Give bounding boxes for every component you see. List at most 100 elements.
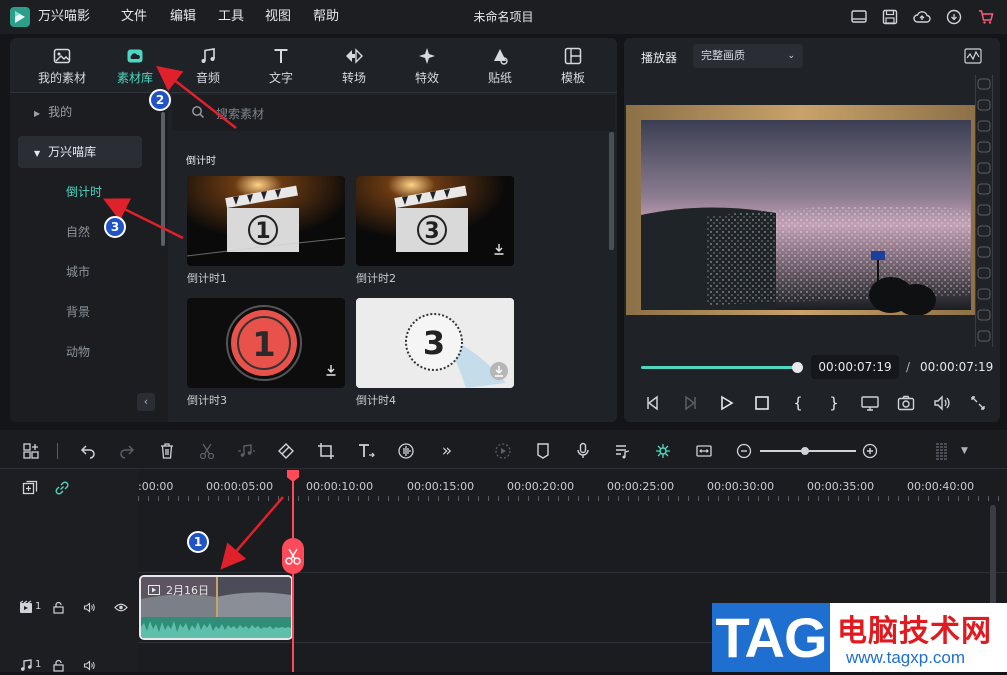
track-list-icon[interactable]: [932, 441, 952, 461]
tab-stock-library[interactable]: 素材库: [99, 44, 171, 90]
undo-icon[interactable]: [78, 441, 98, 461]
volume-icon[interactable]: [83, 601, 96, 614]
music-note-icon: [201, 48, 215, 63]
playhead-line[interactable]: [292, 480, 294, 672]
zoom-slider-knob[interactable]: [801, 447, 809, 455]
layout-grid-icon[interactable]: [21, 441, 41, 461]
tab-audio[interactable]: 音频: [172, 44, 244, 90]
tab-my-media[interactable]: 我的素材: [26, 44, 98, 90]
music-list-icon[interactable]: [613, 441, 633, 461]
sidebar-item-countdown[interactable]: 倒计时: [18, 176, 142, 208]
cloud-upload-icon[interactable]: [913, 8, 931, 26]
track-headers: [0, 469, 138, 672]
marker-shield-icon[interactable]: [533, 441, 553, 461]
current-time-field[interactable]: 00:00:07:19: [811, 355, 899, 379]
magnet-snap-icon[interactable]: [653, 441, 673, 461]
fit-timeline-icon[interactable]: [694, 441, 714, 461]
sidebar-category-library[interactable]: ▼ 万兴喵库: [18, 136, 142, 168]
audio-detach-icon[interactable]: [236, 441, 256, 461]
mark-in-icon[interactable]: {: [788, 393, 808, 413]
quality-dropdown[interactable]: 完整画质 ⌄: [693, 44, 803, 68]
volume-icon[interactable]: [83, 659, 96, 672]
collapse-sidebar-button[interactable]: ‹: [137, 393, 155, 411]
waveform-chart-icon[interactable]: [964, 48, 982, 64]
annotation-badge-3: 3: [104, 216, 126, 238]
redo-icon[interactable]: [117, 441, 137, 461]
display-icon[interactable]: [860, 393, 880, 413]
ruler-label: 00:00:05:00: [206, 480, 274, 493]
asset-label: 倒计时1: [187, 272, 227, 285]
video-clip[interactable]: [139, 575, 293, 640]
crop-icon[interactable]: [316, 441, 336, 461]
template-icon: [564, 47, 582, 65]
sidebar-category-mine[interactable]: ▶ 我的: [18, 96, 142, 128]
split-scissors-button[interactable]: [282, 538, 304, 574]
fullscreen-icon[interactable]: [968, 393, 988, 413]
asset-card-countdown-3[interactable]: 1: [187, 298, 345, 388]
add-track-icon[interactable]: [21, 479, 39, 497]
playback-scrubber[interactable]: [792, 362, 803, 373]
tab-text[interactable]: 文字: [245, 44, 317, 90]
playback-progress-track[interactable]: [641, 366, 797, 369]
tab-stickers[interactable]: 贴纸: [464, 44, 536, 90]
ruler-label: 00:00:15:00: [407, 480, 475, 493]
lock-icon[interactable]: [52, 659, 65, 672]
download-icon[interactable]: [324, 363, 338, 377]
sidebar-item-animals[interactable]: 动物: [18, 336, 142, 368]
sidebar-scrollbar[interactable]: [161, 112, 165, 246]
add-text-icon[interactable]: [356, 441, 376, 461]
more-tools-icon[interactable]: »: [437, 441, 457, 461]
volume-icon[interactable]: [932, 393, 952, 413]
toolbar-separator: [57, 443, 58, 459]
download-icon[interactable]: [490, 362, 508, 380]
download-icon[interactable]: [492, 242, 506, 256]
delete-icon[interactable]: [157, 441, 177, 461]
stop-icon[interactable]: [752, 393, 772, 413]
caret-down-icon[interactable]: ▼: [961, 446, 968, 456]
svg-text:1: 1: [255, 219, 270, 244]
snapshot-camera-icon[interactable]: [896, 393, 916, 413]
section-title: 倒计时: [186, 156, 216, 167]
clip-label: 2月16日: [166, 584, 209, 597]
divider: [138, 572, 1007, 573]
video-preview[interactable]: [626, 105, 976, 316]
notification-icon[interactable]: [945, 8, 963, 26]
prev-frame-icon[interactable]: [643, 393, 663, 413]
audio-wave-icon[interactable]: [396, 441, 416, 461]
ruler-label: 00:00:30:00: [707, 480, 775, 493]
microphone-icon[interactable]: [573, 441, 593, 461]
zoom-in-icon[interactable]: [860, 441, 880, 461]
lock-icon[interactable]: [52, 601, 65, 614]
play-icon[interactable]: [716, 393, 736, 413]
sidebar-item-city[interactable]: 城市: [18, 256, 142, 288]
watermark-tag: TAG: [712, 603, 830, 672]
film-perforation-decoration: [977, 78, 991, 342]
zoom-out-icon[interactable]: [734, 441, 754, 461]
scissors-icon: [285, 548, 301, 565]
eye-visibility-icon[interactable]: [114, 601, 128, 614]
audio-track-number: 1: [35, 659, 42, 670]
ruler-label: :00:00: [138, 480, 174, 493]
sidebar-item-background[interactable]: 背景: [18, 296, 142, 328]
chevron-down-icon: ▼: [34, 149, 41, 158]
search-input[interactable]: 搜索素材: [216, 105, 264, 122]
annotation-badge-1: 1: [187, 531, 209, 553]
cart-icon[interactable]: [977, 8, 995, 26]
film-strip: [975, 75, 993, 347]
save-icon[interactable]: [881, 8, 899, 26]
link-chain-icon[interactable]: [53, 479, 71, 497]
total-time: 00:00:07:19: [920, 360, 994, 374]
next-frame-icon[interactable]: [680, 393, 700, 413]
tab-effects[interactable]: 特效: [391, 44, 463, 90]
render-preview-icon[interactable]: [493, 441, 513, 461]
asset-card-countdown-1[interactable]: 1: [187, 176, 345, 266]
tag-label-icon[interactable]: [276, 441, 296, 461]
asset-card-countdown-2[interactable]: 3: [356, 176, 514, 266]
tab-templates[interactable]: 模板: [537, 44, 609, 90]
tab-transition[interactable]: 转场: [318, 44, 390, 90]
asset-label: 倒计时4: [356, 394, 396, 407]
cut-scissors-icon[interactable]: [197, 441, 217, 461]
assets-scrollbar[interactable]: [609, 132, 614, 250]
monitor-icon[interactable]: [850, 8, 868, 26]
mark-out-icon[interactable]: }: [824, 393, 844, 413]
